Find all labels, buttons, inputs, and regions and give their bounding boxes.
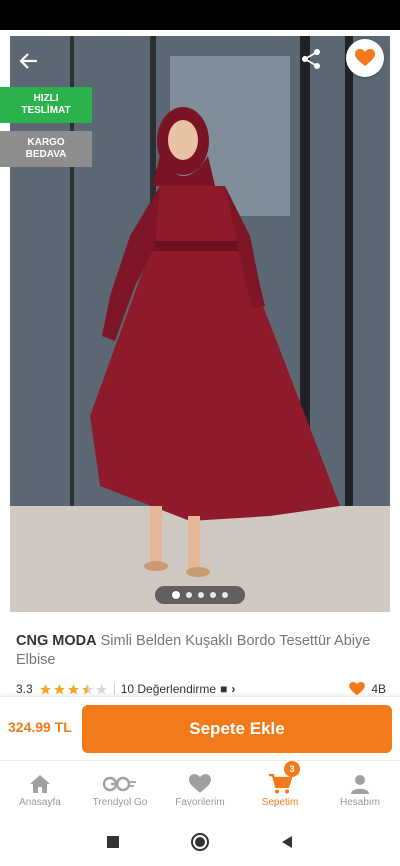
gallery-dot[interactable] <box>186 592 192 598</box>
gallery-dot[interactable] <box>210 592 216 598</box>
gallery-dot[interactable] <box>222 592 228 598</box>
free-shipping-badge: KARGO BEDAVA <box>0 131 92 167</box>
free-shipping-line1: KARGO <box>27 137 65 148</box>
heart-icon <box>349 682 366 696</box>
product-title: CNG MODA Simli Belden Kuşaklı Bordo Tese… <box>16 632 386 670</box>
recent-apps-icon[interactable] <box>106 835 120 849</box>
back-button[interactable] <box>14 46 44 76</box>
star-icon <box>95 683 107 694</box>
arrow-left-icon <box>19 53 37 69</box>
system-nav-bar <box>0 818 400 866</box>
star-icon <box>81 683 93 694</box>
tab-label: Sepetim <box>261 797 299 808</box>
product-price: 324.99 TL <box>8 719 72 735</box>
tab-home[interactable]: Anasayfa <box>0 761 80 818</box>
favorite-count: 4B <box>349 682 386 696</box>
free-shipping-line2: BEDAVA <box>25 149 67 160</box>
favorite-count-value: 4B <box>371 682 386 696</box>
camera-icon: ■ <box>220 682 228 696</box>
product-brand[interactable]: CNG MODA <box>16 633 97 649</box>
tab-label: Trendyol Go <box>92 797 148 808</box>
tab-trendyol-go[interactable]: Trendyol Go <box>80 761 160 818</box>
product-info: CNG MODA Simli Belden Kuşaklı Bordo Tese… <box>16 632 386 670</box>
tab-favorites[interactable]: Favorilerim <box>160 761 240 818</box>
gallery-dot[interactable] <box>172 591 180 599</box>
cart-count-badge: 3 <box>284 761 300 777</box>
share-button[interactable] <box>296 44 326 74</box>
gallery-pagination[interactable] <box>155 586 245 604</box>
home-nav-icon[interactable] <box>190 832 210 852</box>
back-nav-icon[interactable] <box>280 835 294 849</box>
rating-value: 3.3 <box>16 682 33 696</box>
star-icon <box>67 683 79 694</box>
add-to-cart-button[interactable]: Sepete Ekle <box>82 705 392 753</box>
tab-label: Anasayfa <box>19 797 61 808</box>
fast-delivery-badge: HIZLI TESLİMAT <box>0 87 92 123</box>
home-icon <box>30 775 50 793</box>
go-icon <box>103 776 136 792</box>
star-icon <box>53 683 65 694</box>
tab-cart[interactable]: 3 Sepetim <box>240 761 320 818</box>
tab-label: Hesabım <box>339 797 380 808</box>
status-bar <box>0 0 400 30</box>
product-gallery[interactable]: HIZLI TESLİMAT KARGO BEDAVA <box>0 30 400 618</box>
gallery-dot[interactable] <box>198 592 204 598</box>
fast-delivery-line1: HIZLI <box>33 93 59 104</box>
share-icon <box>302 49 320 69</box>
tab-account[interactable]: Hesabım <box>320 761 400 818</box>
user-icon <box>351 775 369 794</box>
review-count[interactable]: 10 Değerlendirme <box>121 682 216 696</box>
heart-icon <box>189 774 211 793</box>
bottom-tab-bar: Anasayfa Trendyol Go Favorilerim 3 Sepet… <box>0 760 400 818</box>
tab-label: Favorilerim <box>175 797 225 808</box>
star-icon <box>39 683 51 694</box>
favorite-button[interactable] <box>346 39 384 77</box>
rating-stars <box>39 683 108 696</box>
chevron-right-icon: › <box>231 682 236 696</box>
fast-delivery-line2: TESLİMAT <box>21 105 71 116</box>
divider <box>113 683 115 695</box>
purchase-bar: 324.99 TL Sepete Ekle <box>0 696 400 760</box>
heart-filled-icon <box>355 49 375 66</box>
